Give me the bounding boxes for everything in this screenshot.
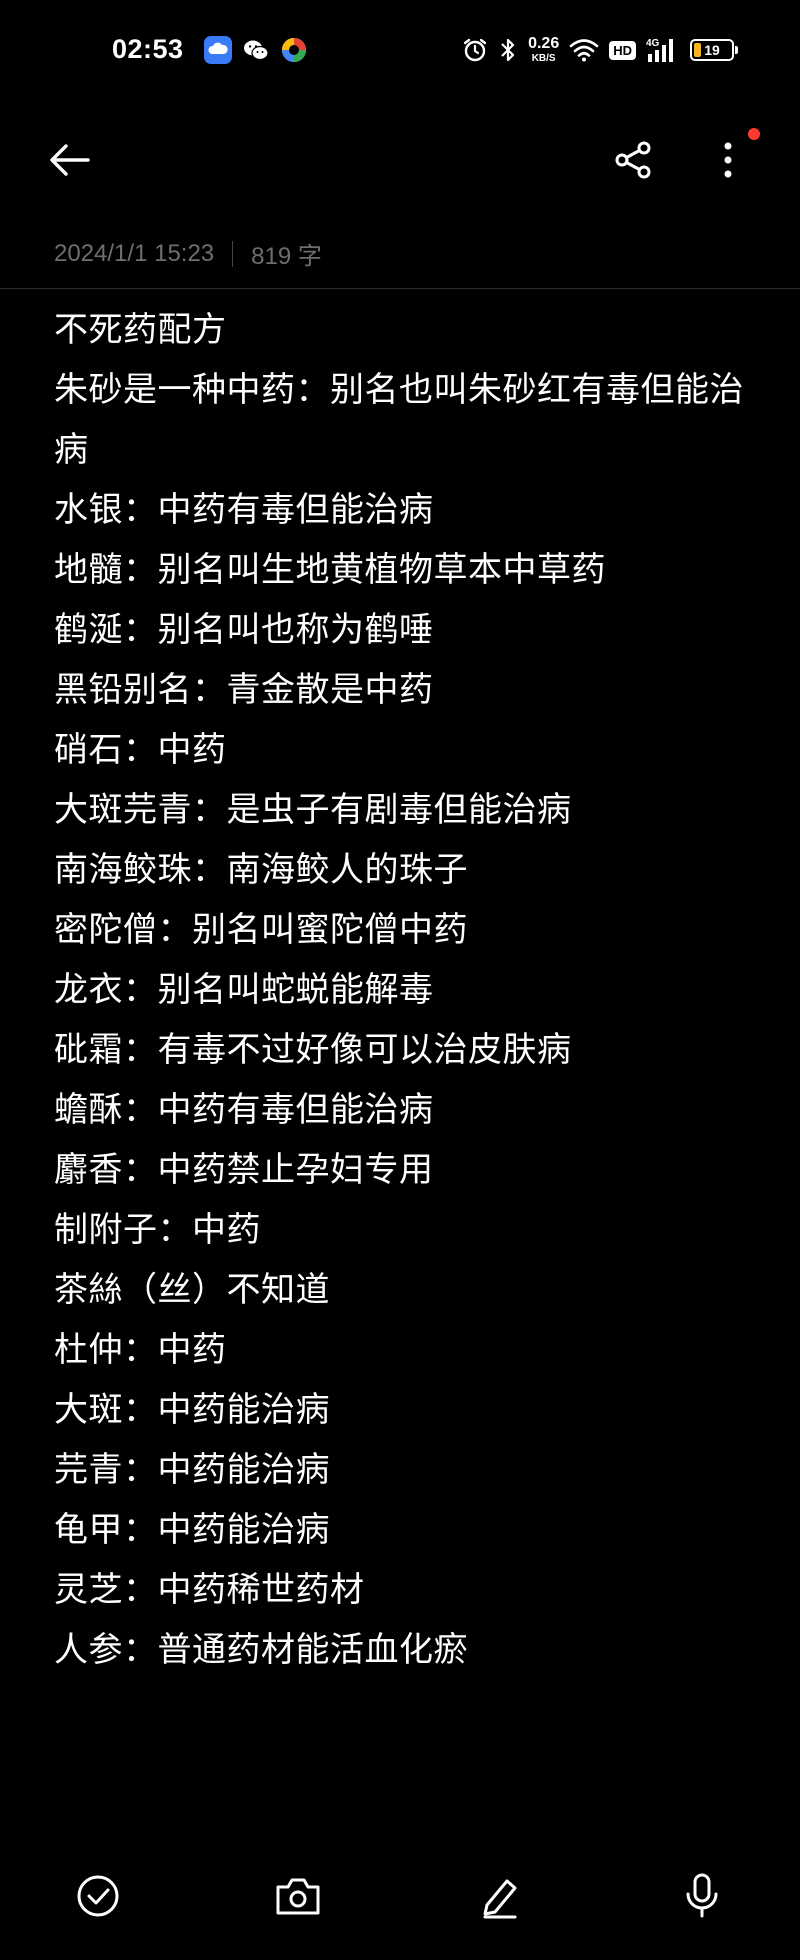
note-line: 黑铅别名：青金散是中药: [54, 670, 434, 710]
more-vertical-icon: [724, 142, 732, 178]
colorful-app-icon: [282, 38, 306, 62]
note-word-count: 819 字: [251, 243, 322, 270]
alarm-icon: [463, 38, 487, 62]
camera-button[interactable]: [268, 1866, 328, 1926]
note-line: 人参：普通药材能活血化瘀: [54, 1630, 468, 1670]
voice-input-button[interactable]: [672, 1866, 732, 1926]
note-line: 朱砂是一种中药：别名也叫朱砂红有毒但能治病: [54, 370, 744, 470]
pen-icon: [483, 1879, 517, 1919]
note-line: 灵芝：中药稀世药材: [54, 1570, 365, 1610]
battery-level: 19: [704, 42, 720, 58]
meta-divider: [232, 240, 234, 267]
note-line: 鹤涎：别名叫也称为鹤唾: [54, 610, 434, 650]
note-content[interactable]: 不死药配方 朱砂是一种中药：别名也叫朱砂红有毒但能治病 水银：中药有毒但能治病 …: [54, 300, 754, 1680]
cloud-app-icon: [204, 36, 232, 64]
share-icon: [615, 141, 651, 179]
note-line: 麝香：中药禁止孕妇专用: [54, 1150, 434, 1190]
note-line: 密陀僧：别名叫蜜陀僧中药: [54, 910, 468, 950]
checklist-icon: [77, 1875, 119, 1917]
note-datetime: 2024/1/1 15:23: [54, 239, 215, 267]
note-meta: 2024/1/1 15:23 819 字: [54, 236, 322, 271]
note-line: 南海鲛珠：南海鲛人的珠子: [54, 850, 468, 890]
note-line: 大斑：中药能治病: [54, 1390, 330, 1430]
bottom-action-bar: [0, 1858, 800, 1938]
back-button[interactable]: [44, 134, 96, 186]
status-time: 02:53: [112, 34, 184, 64]
battery-icon: 19: [690, 39, 738, 61]
hd-badge: HD: [609, 40, 636, 60]
note-line: 制附子：中药: [54, 1210, 261, 1250]
network-speed-unit: KB/S: [531, 53, 556, 64]
note-line: 龙衣：别名叫蛇蜕能解毒: [54, 970, 434, 1010]
note-line: 地髓：别名叫生地黄植物草本中草药: [54, 550, 606, 590]
note-line: 杜仲：中药: [54, 1330, 227, 1370]
cellular-signal-icon: 4G: [646, 38, 673, 62]
network-speed: 0.26 KB/S: [528, 36, 559, 64]
header-divider: [0, 288, 800, 289]
microphone-icon: [686, 1873, 718, 1918]
note-line: 茶絲（丝）不知道: [54, 1270, 330, 1310]
note-line: 硝石：中药: [54, 730, 227, 770]
network-speed-value: 0.26: [528, 35, 560, 52]
note-line: 大斑芫青：是虫子有剧毒但能治病: [54, 790, 572, 830]
camera-icon: [276, 1878, 320, 1915]
pen-button[interactable]: [470, 1866, 530, 1926]
note-line: 蟾酥：中药有毒但能治病: [54, 1090, 434, 1130]
note-line: 水银：中药有毒但能治病: [54, 490, 434, 530]
wechat-icon: [244, 40, 269, 61]
more-options-button[interactable]: [702, 134, 754, 186]
wifi-icon: [569, 39, 599, 62]
network-type-label: 4G: [646, 38, 660, 49]
note-line: 不死药配方: [54, 310, 227, 350]
back-arrow-icon: [50, 144, 90, 176]
status-bar: 02:53 0.26 KB/S HD 4G 19: [0, 0, 800, 100]
status-indicators: 0.26 KB/S HD 4G 19: [462, 33, 738, 67]
note-line: 芫青：中药能治病: [54, 1450, 330, 1490]
note-line: 龟甲：中药能治病: [54, 1510, 330, 1550]
bluetooth-icon: [501, 38, 515, 62]
note-line: 砒霜：有毒不过好像可以治皮肤病: [54, 1030, 572, 1070]
notification-app-icons: [204, 36, 308, 64]
note-toolbar: [0, 110, 800, 210]
share-button[interactable]: [608, 134, 660, 186]
notification-dot: [748, 128, 760, 140]
checklist-button[interactable]: [68, 1866, 128, 1926]
